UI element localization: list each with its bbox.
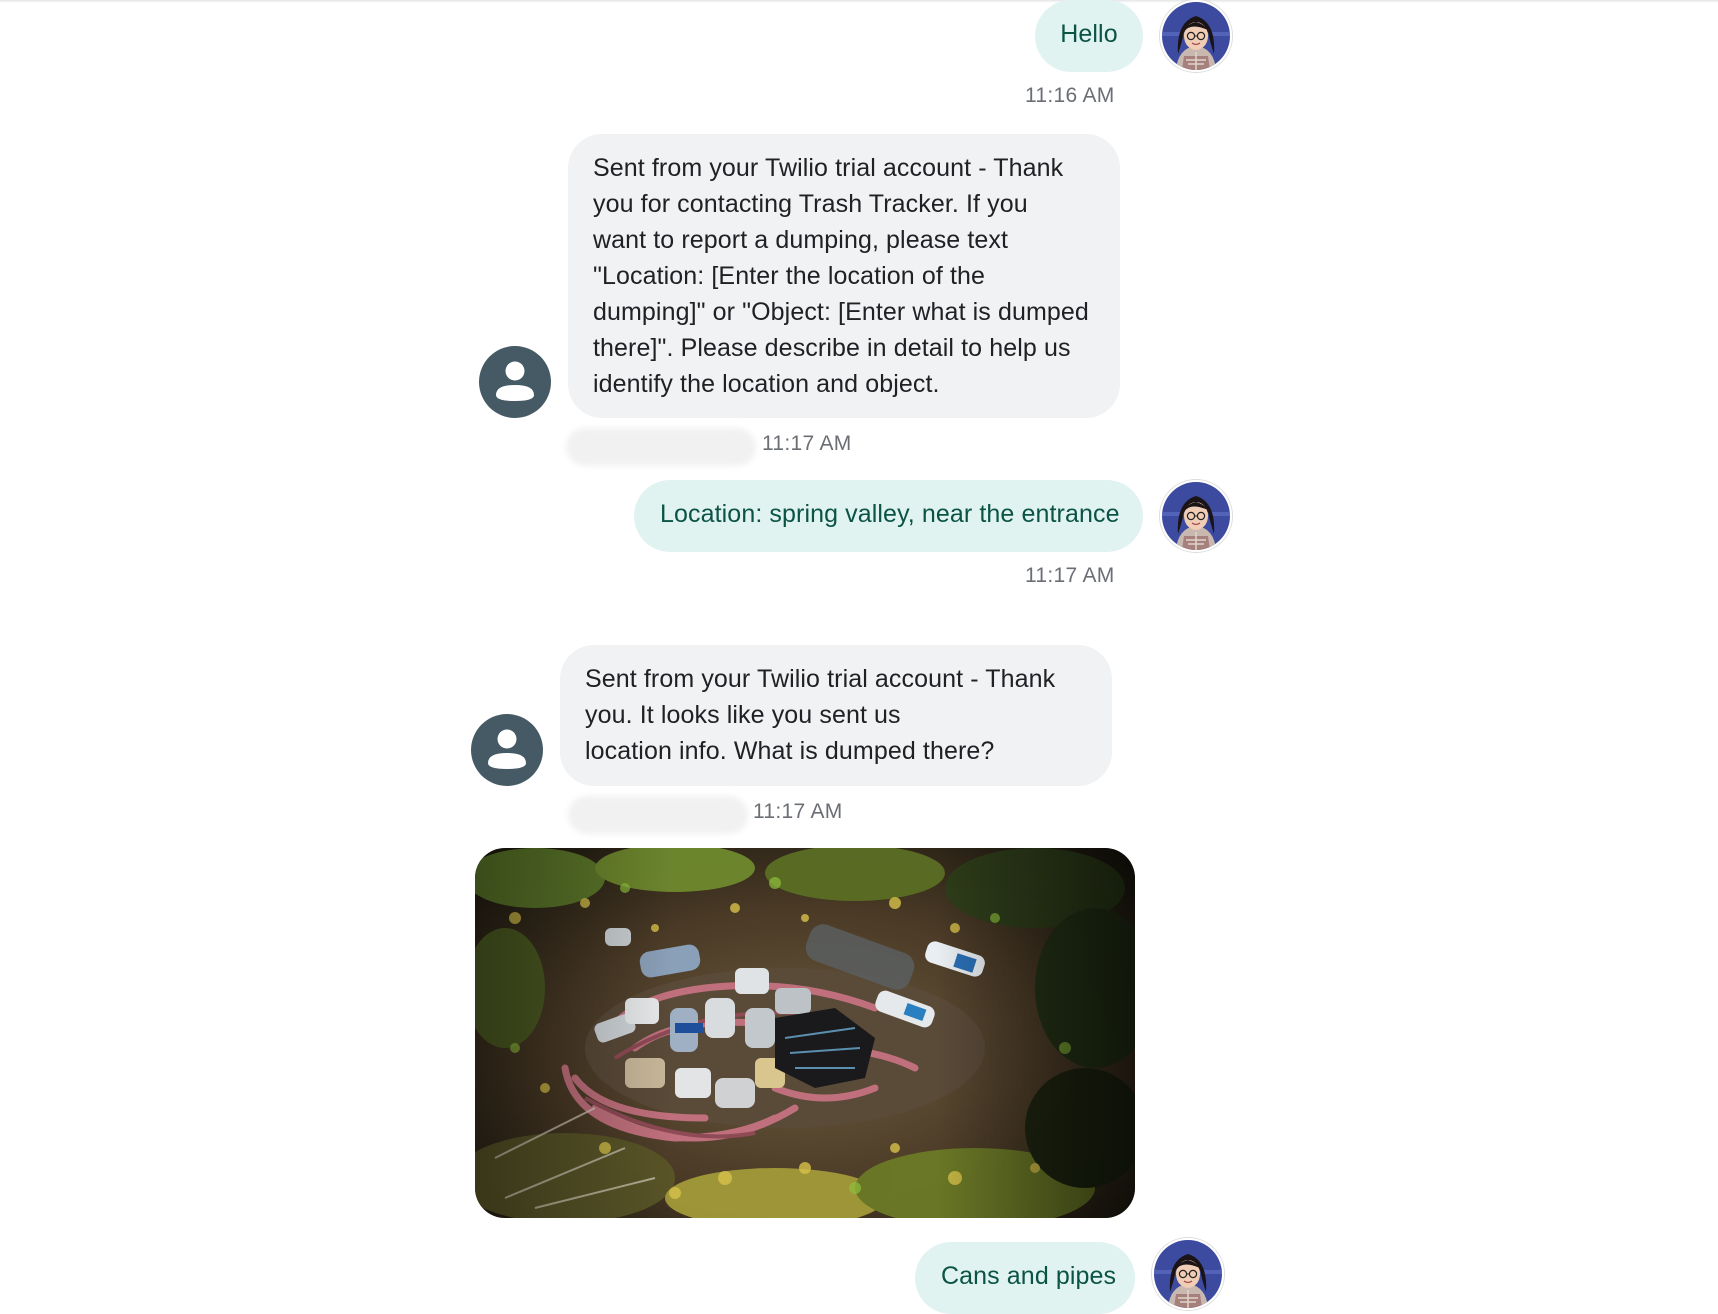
user-photo-avatar-icon [1154, 1240, 1222, 1308]
account-circle-icon [471, 714, 543, 786]
outgoing-message-bubble[interactable]: Location: spring valley, near the entran… [634, 480, 1143, 552]
bot-avatar [479, 346, 551, 418]
incoming-message-bubble[interactable]: Sent from your Twilio trial account - Th… [560, 645, 1112, 786]
outgoing-message-bubble[interactable]: Cans and pipes [915, 1242, 1135, 1314]
trash-pile-image [475, 848, 1135, 1218]
message-timestamp: 11:17 AM [1025, 564, 1115, 587]
user-avatar[interactable] [1152, 1238, 1224, 1310]
redacted-sender-name [566, 428, 756, 466]
user-avatar[interactable] [1160, 0, 1232, 72]
outgoing-message-bubble[interactable]: Hello [1035, 0, 1143, 72]
redacted-sender-name [568, 796, 748, 834]
user-photo-avatar-icon [1162, 2, 1230, 70]
account-circle-icon [479, 346, 551, 418]
trash-pile-photo[interactable] [475, 848, 1135, 1218]
incoming-message-bubble[interactable]: Sent from your Twilio trial account - Th… [568, 134, 1120, 418]
message-timestamp: 11:17 AM [753, 800, 843, 823]
conversation-thread[interactable]: Hello 11:16 AM Sent from your Twilio tri… [0, 0, 1718, 1314]
user-photo-avatar-icon [1162, 482, 1230, 550]
user-avatar[interactable] [1160, 480, 1232, 552]
message-timestamp: 11:17 AM [762, 432, 852, 455]
message-timestamp: 11:16 AM [1025, 84, 1115, 107]
bot-avatar [471, 714, 543, 786]
